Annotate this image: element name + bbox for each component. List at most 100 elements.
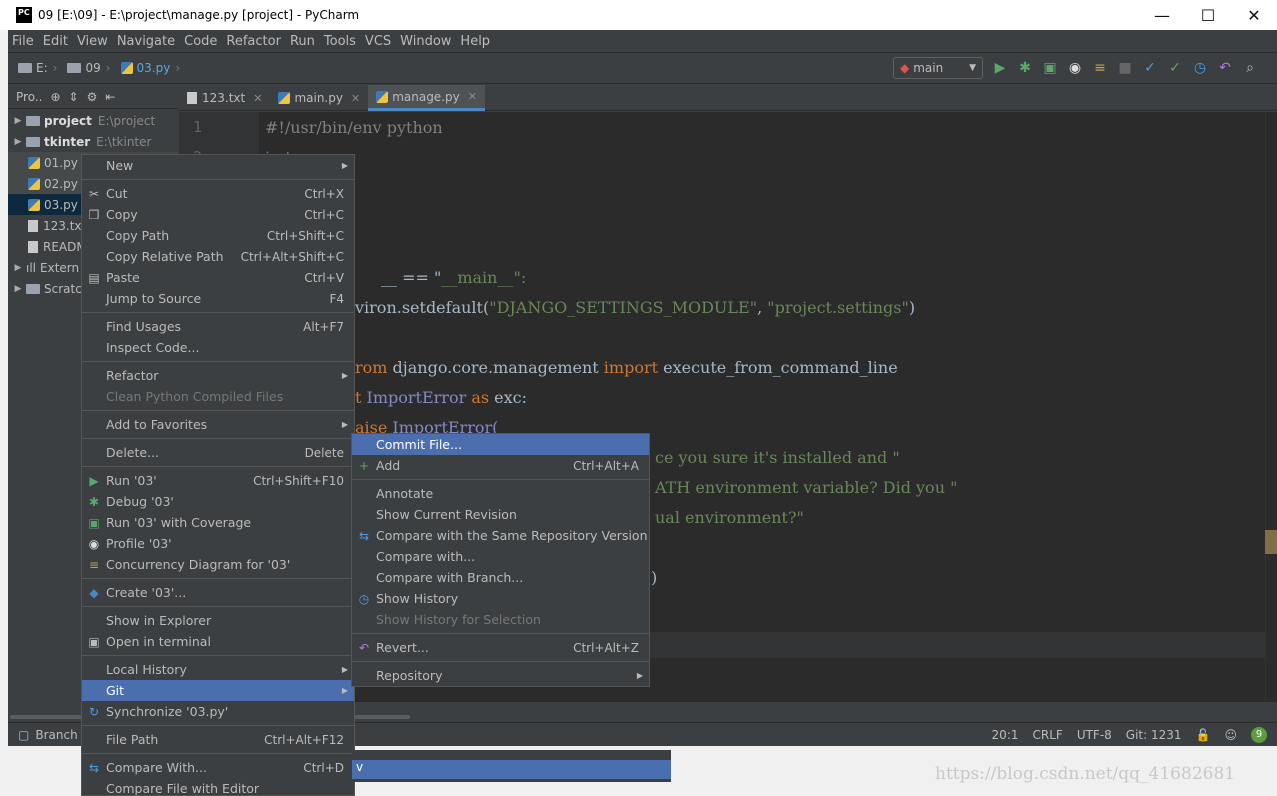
run-configuration-select[interactable]: ◆ main ▼ (893, 57, 983, 79)
menu-file[interactable]: File (12, 34, 34, 49)
menu-item-create-03[interactable]: ◆ Create '03'... (82, 582, 354, 603)
status-position[interactable]: 20:1 (992, 728, 1019, 742)
editor-vertical-scrollbar[interactable] (1265, 112, 1277, 702)
expand-icon[interactable]: ▶ (10, 116, 26, 126)
menu-item-file-path[interactable]: File Path Ctrl+Alt+F12 (82, 729, 354, 750)
menu-item-inspect-code[interactable]: Inspect Code... (82, 337, 354, 358)
menu-item-synchronize-03-py[interactable]: ↻ Synchronize '03.py' (82, 701, 354, 722)
menu-item-local-history[interactable]: Local History ▶ (82, 659, 354, 680)
history-icon[interactable]: ◷ (1191, 59, 1209, 77)
menu-item-git[interactable]: Git ▶ (82, 680, 354, 701)
lock-icon[interactable]: 🔓 (1196, 728, 1211, 742)
menu-item-compare-with-the-same-repository-version[interactable]: ⇆ Compare with the Same Repository Versio… (352, 525, 649, 546)
gear-icon[interactable]: ⚙ (87, 90, 98, 104)
run-icon[interactable]: ▶ (991, 59, 1009, 77)
breadcrumb-folder[interactable]: 09 › (67, 61, 111, 75)
menu-item-profile-03[interactable]: ◉ Profile '03' (82, 533, 354, 554)
menu-window[interactable]: Window (400, 34, 451, 49)
menu-item-commit-file[interactable]: Commit File... (352, 434, 649, 455)
inspector-icon[interactable]: ☺ (1224, 728, 1237, 742)
tab-main-py[interactable]: main.py ✕ (270, 85, 368, 111)
status-line-separator[interactable]: CRLF (1033, 728, 1063, 742)
locate-icon[interactable]: ⊕ (50, 90, 60, 104)
menu-item-show-history[interactable]: ◷ Show History (352, 588, 649, 609)
menu-vcs[interactable]: VCS (365, 34, 391, 49)
status-encoding[interactable]: UTF-8 (1077, 728, 1112, 742)
menu-item-compare-with-branch[interactable]: Compare with Branch... (352, 567, 649, 588)
project-view-select[interactable]: Pro.. (16, 90, 42, 104)
expand-icon[interactable]: ▶ (10, 263, 26, 273)
stop-icon[interactable]: ■ (1116, 59, 1134, 77)
menu-item-find-usages[interactable]: Find Usages Alt+F7 (82, 316, 354, 337)
tree-item-project[interactable]: ▶ project E:\project (8, 110, 178, 131)
menu-item-show-in-explorer[interactable]: Show in Explorer (82, 610, 354, 631)
run-config-label: main (913, 61, 944, 75)
menu-item-delete[interactable]: Delete... Delete (82, 442, 354, 463)
concurrency-icon[interactable]: ≡ (1091, 59, 1109, 77)
status-git-branch[interactable]: Git: 1231 (1126, 728, 1182, 742)
debug-icon[interactable]: ✱ (1016, 59, 1034, 77)
close-tab-icon[interactable]: ✕ (253, 92, 262, 105)
menu-item-compare-file-with-editor[interactable]: Compare File with Editor (82, 778, 354, 795)
menu-item-concurrency-diagram-for-03[interactable]: ≡ Concurrency Diagram for '03' (82, 554, 354, 575)
profile-icon[interactable]: ◉ (1066, 59, 1084, 77)
close-tab-icon[interactable]: ✕ (468, 90, 477, 103)
menu-item-add[interactable]: + Add Ctrl+Alt+A (352, 455, 649, 476)
menu-item-copy-relative-path[interactable]: Copy Relative Path Ctrl+Alt+Shift+C (82, 246, 354, 267)
menu-item-repository[interactable]: Repository ▶ (352, 665, 649, 686)
minimize-button[interactable]: — (1139, 0, 1185, 30)
event-log-badge[interactable]: 9 (1251, 726, 1267, 743)
menu-item-debug-03[interactable]: ✱ Debug '03' (82, 491, 354, 512)
menu-item-compare-with[interactable]: ⇆ Compare With... Ctrl+D (82, 757, 354, 778)
menu-run[interactable]: Run (290, 34, 315, 49)
menu-help[interactable]: Help (460, 34, 490, 49)
menu-item-show-history-for-selection[interactable]: Show History for Selection (352, 609, 649, 630)
menu-item-compare-with[interactable]: Compare with... (352, 546, 649, 567)
tab-manage-py[interactable]: manage.py ✕ (368, 85, 485, 111)
menu-item-revert[interactable]: ↶ Revert... Ctrl+Alt+Z (352, 637, 649, 658)
menu-item-cut[interactable]: ✂ Cut Ctrl+X (82, 183, 354, 204)
menu-item-jump-to-source[interactable]: Jump to Source F4 (82, 288, 354, 309)
menu-tools[interactable]: Tools (324, 34, 356, 49)
menu-item-paste[interactable]: ▤ Paste Ctrl+V (82, 267, 354, 288)
close-button[interactable]: ✕ (1231, 0, 1277, 30)
menu-view[interactable]: View (77, 34, 108, 49)
close-tab-icon[interactable]: ✕ (351, 92, 360, 105)
vcs-commit-icon[interactable]: ✓ (1166, 59, 1184, 77)
collapse-icon[interactable]: ⇕ (69, 90, 79, 104)
menu-item-copy[interactable]: ❐ Copy Ctrl+C (82, 204, 354, 225)
search-icon[interactable]: ⌕ (1241, 59, 1259, 77)
expand-icon[interactable]: ▶ (10, 284, 26, 294)
tree-label: Scratc (44, 281, 82, 296)
menu-edit[interactable]: Edit (43, 34, 68, 49)
status-branch[interactable]: Branch (35, 728, 77, 742)
menu-item-add-to-favorites[interactable]: Add to Favorites ▶ (82, 414, 354, 435)
menu-item-run-03[interactable]: ▶ Run '03' Ctrl+Shift+F10 (82, 470, 354, 491)
hide-icon[interactable]: ⇤ (105, 90, 115, 104)
breadcrumb-drive[interactable]: E: › (18, 61, 57, 75)
tab-123-txt[interactable]: 123.txt ✕ (179, 85, 270, 111)
coverage-icon[interactable]: ▣ (1041, 59, 1059, 77)
menu-item-new[interactable]: New ▶ (82, 155, 354, 176)
menu-item-open-in-terminal[interactable]: ▣ Open in terminal (82, 631, 354, 652)
menu-item-copy-path[interactable]: Copy Path Ctrl+Shift+C (82, 225, 354, 246)
vcs-update-icon[interactable]: ✓ (1141, 59, 1159, 77)
menu-navigate[interactable]: Navigate (117, 34, 175, 49)
expand-icon[interactable]: ▶ (10, 137, 26, 147)
tree-item-tkinter[interactable]: ▶ tkinter E:\tkinter (8, 131, 178, 152)
menu-item-annotate[interactable]: Annotate (352, 483, 649, 504)
tree-path: E:\tkinter (96, 134, 152, 149)
menu-item-clean-python-compiled-files[interactable]: Clean Python Compiled Files (82, 386, 354, 407)
maximize-button[interactable]: ☐ (1185, 0, 1231, 30)
menu-item-refactor[interactable]: Refactor ▶ (82, 365, 354, 386)
python-file-icon (28, 198, 40, 211)
menu-code[interactable]: Code (184, 34, 217, 49)
menu-refactor[interactable]: Refactor (226, 34, 281, 49)
menu-item-show-current-revision[interactable]: Show Current Revision (352, 504, 649, 525)
breadcrumb-file[interactable]: 03.py › (120, 61, 180, 75)
menu-item-run-03-with-coverage[interactable]: ▣ Run '03' with Coverage (82, 512, 354, 533)
revert-icon[interactable]: ↶ (1216, 59, 1234, 77)
menu-item-label: Repository (376, 668, 443, 683)
menu-item-label: Synchronize '03.py' (106, 704, 229, 719)
menu-item-label: Local History (106, 662, 187, 677)
